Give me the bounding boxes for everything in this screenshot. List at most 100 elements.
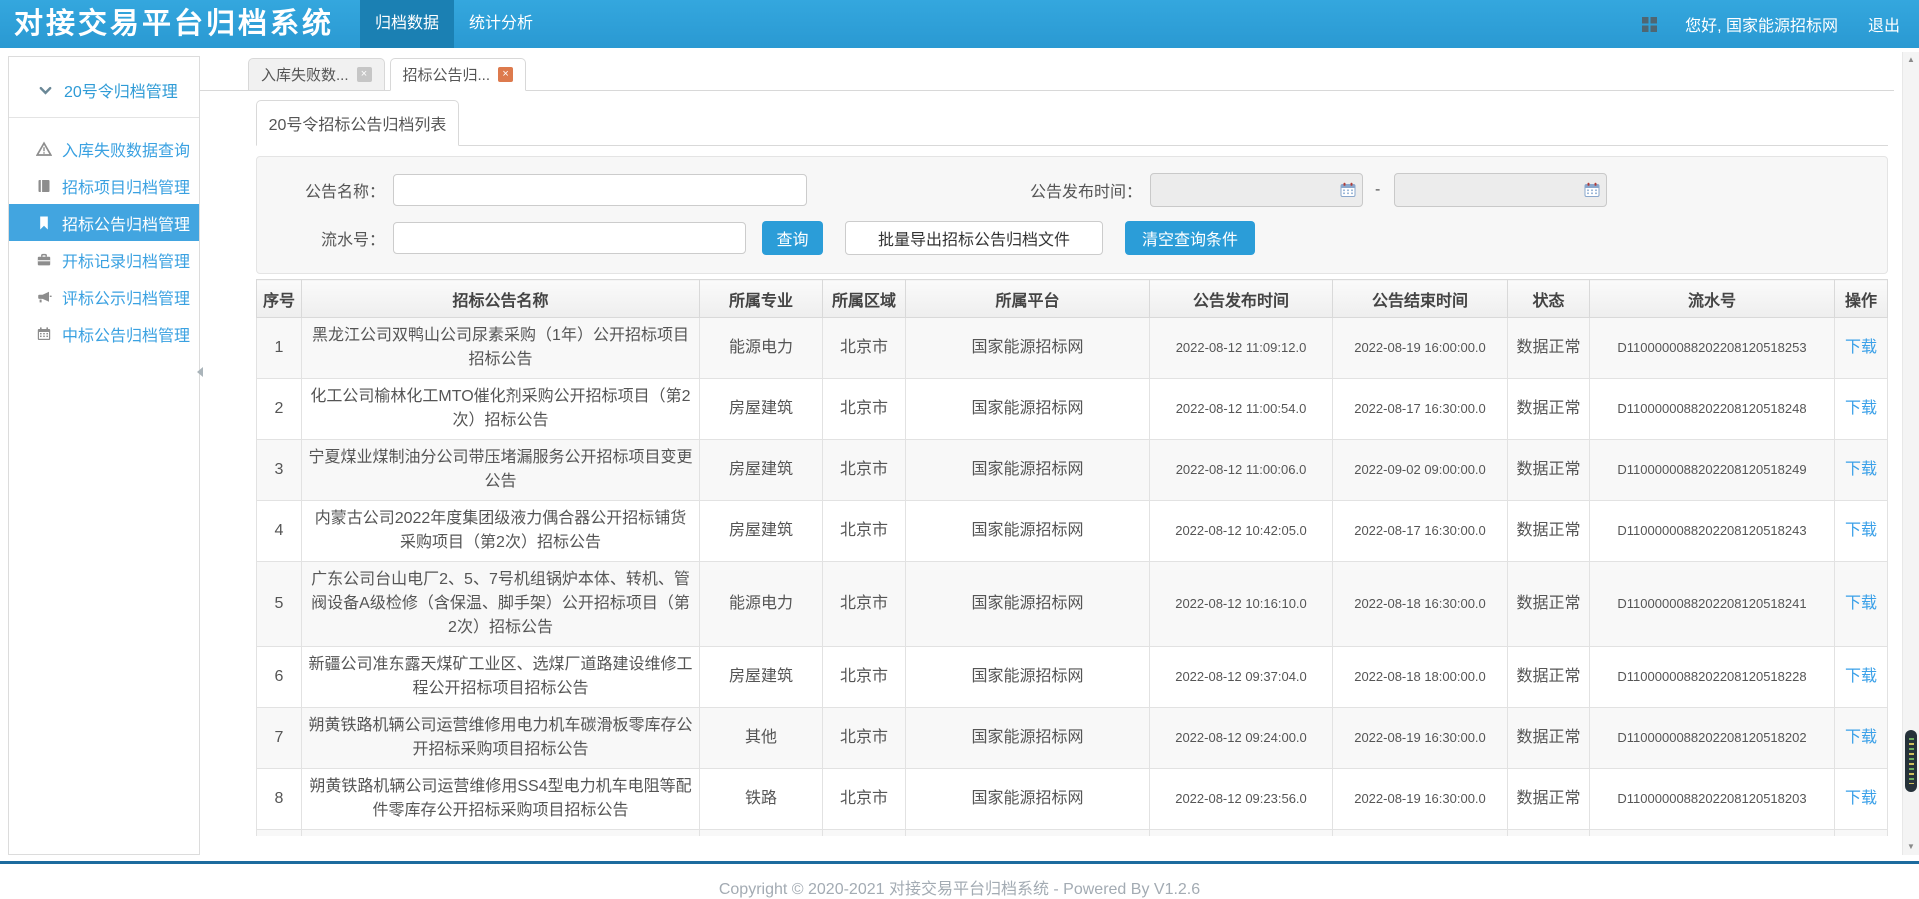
results-table-wrap: 序号 招标公告名称 所属专业 所属区域 所属平台 公告发布时间 公告结束时间 状… xyxy=(256,279,1888,836)
table-body-stub xyxy=(257,830,1888,837)
table-row: 7 朔黄铁路机辆公司运营维修用电力机车碳滑板零库存公开招标采购项目招标公告 其他… xyxy=(257,708,1888,769)
sidebar-item-winning-announcement-archive[interactable]: 中标公告归档管理 xyxy=(9,315,199,352)
calendar-picker-icon xyxy=(1584,182,1600,198)
sidebar-item-bid-opening-archive[interactable]: 开标记录归档管理 xyxy=(9,241,199,278)
warning-triangle-icon xyxy=(36,141,52,157)
download-link[interactable]: 下载 xyxy=(1845,729,1877,746)
sidebar-item-label: 招标公告归档管理 xyxy=(62,211,190,235)
results-table: 序号 招标公告名称 所属专业 所属区域 所属平台 公告发布时间 公告结束时间 状… xyxy=(256,279,1888,836)
logout-link[interactable]: 退出 xyxy=(1868,12,1900,36)
serial-number-label: 流水号： xyxy=(257,226,385,250)
tab-storage-fail[interactable]: 入库失败数... xyxy=(248,58,385,91)
cell-index: 8 xyxy=(257,769,302,830)
sidebar-menu: 入库失败数据查询 招标项目归档管理 招标公告归档管理 xyxy=(9,130,199,352)
column-header-announcement-name: 招标公告名称 xyxy=(302,280,700,318)
download-link[interactable]: 下载 xyxy=(1845,668,1877,685)
cell-status: 数据正常 xyxy=(1508,440,1590,501)
sidebar-item-announcement-archive[interactable]: 招标公告归档管理 xyxy=(9,204,199,241)
cell-publish-time: 2022-08-12 09:23:56.0 xyxy=(1150,769,1333,830)
download-link[interactable]: 下载 xyxy=(1845,339,1877,356)
cell-serial: D1100000088202208120518228 xyxy=(1590,647,1835,708)
cell-serial: D1100000088202208120518253 xyxy=(1590,318,1835,379)
sidebar-item-storage-fail-query[interactable]: 入库失败数据查询 xyxy=(9,130,199,167)
cell-end-time: 2022-08-18 18:00:00.0 xyxy=(1333,647,1508,708)
sidebar-item-project-archive[interactable]: 招标项目归档管理 xyxy=(9,167,199,204)
cell-region: 北京市 xyxy=(823,562,906,647)
panel-tab-announcement-list[interactable]: 20号令招标公告归档列表 xyxy=(256,100,459,146)
cell-major: 房屋建筑 xyxy=(700,379,823,440)
cell-announcement-name: 广东公司台山电厂2、5、7号机组锅炉本体、转机、管阀设备A级检修（含保温、脚手架… xyxy=(302,562,700,647)
cell-index: 5 xyxy=(257,562,302,647)
cell-status: 数据正常 xyxy=(1508,562,1590,647)
cell-major: 房屋建筑 xyxy=(700,440,823,501)
book-icon xyxy=(36,178,52,194)
sidebar-item-label: 中标公告归档管理 xyxy=(62,322,190,346)
cell-end-time: 2022-09-02 09:00:00.0 xyxy=(1333,440,1508,501)
table-row: 1 黑龙江公司双鸭山公司尿素采购（1年）公开招标项目招标公告 能源电力 北京市 … xyxy=(257,318,1888,379)
publish-date-start-input[interactable] xyxy=(1150,173,1363,207)
cell-index: 1 xyxy=(257,318,302,379)
scroll-down-icon[interactable] xyxy=(1903,840,1919,854)
cell-end-time: 2022-08-19 16:30:00.0 xyxy=(1333,708,1508,769)
sidebar: 20号令归档管理 入库失败数据查询 招标项目归档管理 xyxy=(8,56,200,855)
download-link[interactable]: 下载 xyxy=(1845,400,1877,417)
cell-region: 北京市 xyxy=(823,769,906,830)
download-link[interactable]: 下载 xyxy=(1845,595,1877,612)
scrollbar-thumb[interactable] xyxy=(1905,730,1917,792)
sidebar-item-label: 开标记录归档管理 xyxy=(62,248,190,272)
cell-status: 数据正常 xyxy=(1508,318,1590,379)
cell-end-time: 2022-08-19 16:30:00.0 xyxy=(1333,769,1508,830)
table-row: 8 朔黄铁路机辆公司运营维修用SS4型电力机车电阻等配件零库存公开招标采购项目招… xyxy=(257,769,1888,830)
chevron-down-icon xyxy=(38,83,54,98)
vertical-scrollbar[interactable] xyxy=(1902,52,1919,855)
close-icon[interactable] xyxy=(498,67,513,82)
close-icon[interactable] xyxy=(357,67,372,82)
announcement-name-input[interactable] xyxy=(393,174,807,206)
sidebar-item-label: 入库失败数据查询 xyxy=(62,137,190,161)
sidebar-section-toggle[interactable]: 20号令归档管理 xyxy=(9,57,199,118)
calendar-icon xyxy=(36,326,52,342)
cell-end-time: 2022-08-19 16:00:00.0 xyxy=(1333,318,1508,379)
batch-export-button[interactable]: 批量导出招标公告归档文件 xyxy=(845,221,1103,255)
cell-serial: D1100000088202208120518203 xyxy=(1590,769,1835,830)
cell-announcement-name: 黑龙江公司双鸭山公司尿素采购（1年）公开招标项目招标公告 xyxy=(302,318,700,379)
cell-publish-time: 2022-08-12 10:42:05.0 xyxy=(1150,501,1333,562)
copyright-text: Copyright © 2020-2021 对接交易平台归档系统 - Power… xyxy=(719,881,1200,898)
cell-index: 6 xyxy=(257,647,302,708)
sidebar-collapse-handle[interactable] xyxy=(192,358,207,386)
nav-tab-archive-data[interactable]: 归档数据 xyxy=(360,0,454,48)
sidebar-item-label: 评标公示归档管理 xyxy=(62,285,190,309)
clear-conditions-button[interactable]: 清空查询条件 xyxy=(1125,221,1255,255)
cell-major: 房屋建筑 xyxy=(700,647,823,708)
cell-region: 北京市 xyxy=(823,318,906,379)
cell-announcement-name: 新疆公司准东露天煤矿工业区、选煤厂道路建设维修工程公开招标项目招标公告 xyxy=(302,647,700,708)
cell-announcement-name: 朔黄铁路机辆公司运营维修用电力机车碳滑板零库存公开招标采购项目招标公告 xyxy=(302,708,700,769)
download-link[interactable]: 下载 xyxy=(1845,790,1877,807)
table-row: 4 内蒙古公司2022年度集团级液力偶合器公开招标铺货采购项目（第2次）招标公告… xyxy=(257,501,1888,562)
publish-date-end-input[interactable] xyxy=(1394,173,1607,207)
apps-grid-icon[interactable] xyxy=(1641,16,1658,33)
cell-serial: D1100000088202208120518243 xyxy=(1590,501,1835,562)
cell-end-time: 2022-08-17 16:30:00.0 xyxy=(1333,501,1508,562)
sidebar-section-title: 20号令归档管理 xyxy=(64,78,178,102)
document-tabs-bar: 入库失败数... 招标公告归... xyxy=(200,56,1894,91)
collapse-left-icon xyxy=(196,366,204,378)
download-link[interactable]: 下载 xyxy=(1845,461,1877,478)
column-header-region: 所属区域 xyxy=(823,280,906,318)
tab-label: 招标公告归... xyxy=(403,64,491,85)
announcement-name-label: 公告名称： xyxy=(257,178,385,202)
nav-tab-statistics[interactable]: 统计分析 xyxy=(454,0,548,48)
cell-publish-time: 2022-08-12 11:00:06.0 xyxy=(1150,440,1333,501)
download-link[interactable]: 下载 xyxy=(1845,522,1877,539)
cell-serial: D1100000088202208120518249 xyxy=(1590,440,1835,501)
search-button[interactable]: 查询 xyxy=(762,221,823,255)
cell-platform: 国家能源招标网 xyxy=(906,379,1150,440)
serial-number-input[interactable] xyxy=(393,222,746,254)
cell-major: 房屋建筑 xyxy=(700,501,823,562)
column-header-end-time: 公告结束时间 xyxy=(1333,280,1508,318)
sidebar-item-evaluation-publicity-archive[interactable]: 评标公示归档管理 xyxy=(9,278,199,315)
cell-status: 数据正常 xyxy=(1508,647,1590,708)
cell-platform: 国家能源招标网 xyxy=(906,440,1150,501)
tab-announcement-archive[interactable]: 招标公告归... xyxy=(390,58,527,91)
scroll-up-icon[interactable] xyxy=(1903,53,1919,67)
